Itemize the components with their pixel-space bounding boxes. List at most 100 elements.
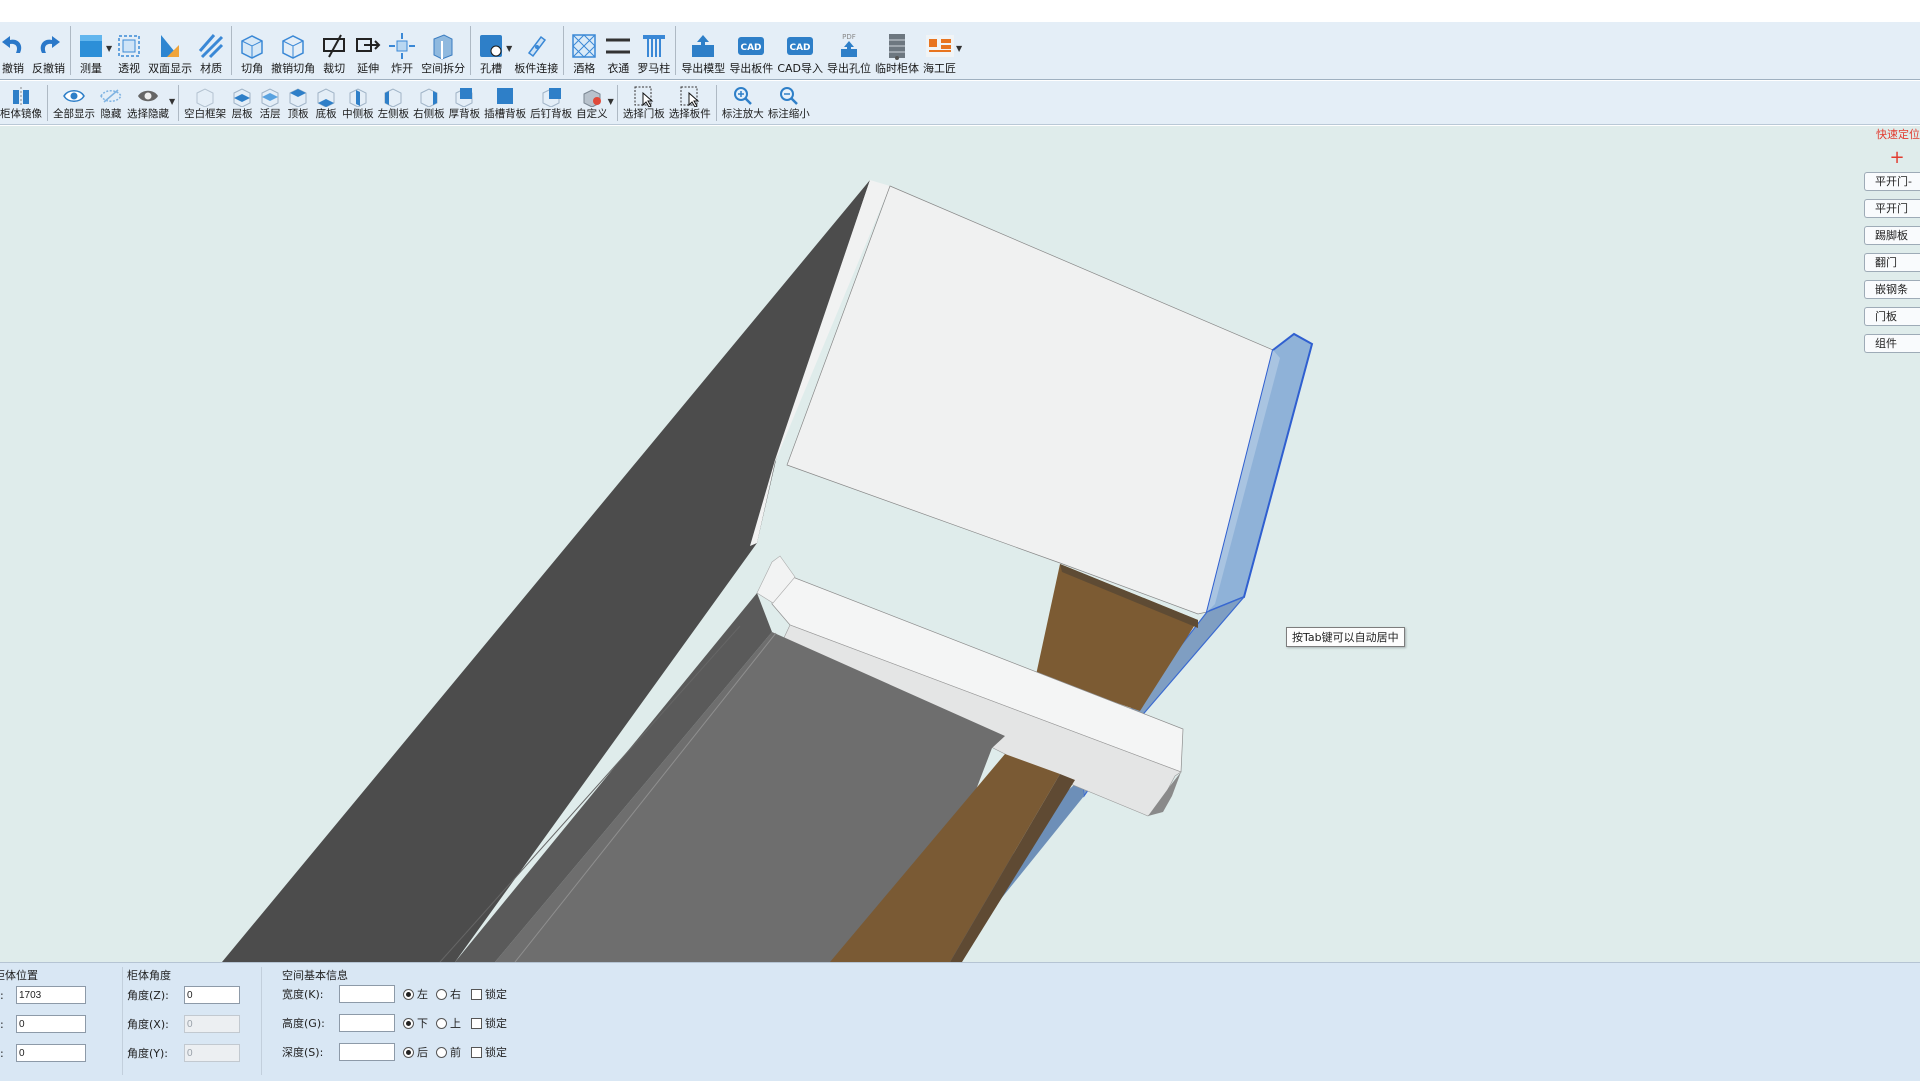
left-side-panel-button[interactable]: 左侧板 xyxy=(376,81,412,121)
nailed-back-panel-button[interactable]: 后钉背板 xyxy=(528,81,574,121)
space-height-input[interactable] xyxy=(339,1014,395,1032)
zoom-out-dimension-button[interactable]: 标注缩小 xyxy=(766,81,812,121)
select-door-icon xyxy=(634,86,654,107)
export-panel-button[interactable]: CAD 导出板件 xyxy=(727,22,775,75)
undo-chamfer-button[interactable]: 撤销切角 xyxy=(269,22,317,75)
position-row: : xyxy=(0,985,86,1005)
width-right-radio[interactable] xyxy=(436,988,447,1000)
measure-button[interactable]: 测量 xyxy=(74,22,108,75)
hide-button[interactable]: 隐藏 xyxy=(97,81,125,121)
export-model-button[interactable]: 导出模型 xyxy=(679,22,727,75)
wine-rack-icon xyxy=(572,34,597,58)
shelf-button[interactable]: 层板 xyxy=(228,81,256,121)
mirror-button[interactable]: 柜体镜像 xyxy=(0,81,44,121)
position-row: : xyxy=(0,1014,86,1034)
middle-side-panel-button[interactable]: 中侧板 xyxy=(340,81,376,121)
redo-icon xyxy=(40,36,60,53)
depth-lock-checkbox[interactable] xyxy=(471,1046,482,1058)
quick-item-steel-strip[interactable]: 嵌钢条 xyxy=(1864,280,1920,299)
hole-slot-icon xyxy=(480,35,503,57)
perspective-button[interactable]: 透视 xyxy=(112,22,146,75)
cad-import-button[interactable]: CAD CAD导入 xyxy=(775,22,825,75)
trim-button[interactable]: 裁切 xyxy=(317,22,351,75)
extend-icon xyxy=(356,38,381,52)
angle-row: 角度(Z): xyxy=(127,985,240,1005)
space-depth-input[interactable] xyxy=(339,1043,395,1061)
select-panel-button[interactable]: 选择板件 xyxy=(667,81,713,121)
wine-rack-button[interactable]: 酒格 xyxy=(567,22,601,75)
undo-chamfer-icon xyxy=(282,35,304,59)
roman-column-button[interactable]: 罗马柱 xyxy=(635,22,672,75)
secondary-toolbar: 柜体镜像 全部显示 隐藏 选择隐藏 ▼ 空白框架 层板 活层 顶板 底板 中侧板… xyxy=(0,81,1920,125)
chamfer-button[interactable]: 切角 xyxy=(235,22,269,75)
right-side-panel-button[interactable]: 右侧板 xyxy=(411,81,447,121)
top-panel-button[interactable]: 顶板 xyxy=(284,81,312,121)
export-holes-pdf-icon: PDF xyxy=(841,33,857,57)
quick-item-swing-door-2[interactable]: 平开门 xyxy=(1864,199,1920,218)
measure-icon xyxy=(80,35,102,57)
add-icon[interactable]: + xyxy=(1874,148,1920,168)
select-hide-button[interactable]: 选择隐藏 xyxy=(125,81,171,121)
explode-button[interactable]: 炸开 xyxy=(385,22,419,75)
position-x-input[interactable] xyxy=(16,986,86,1004)
export-model-icon xyxy=(692,35,715,57)
height-bottom-radio[interactable] xyxy=(403,1017,414,1029)
space-width-row: 宽度(K): 左 右 锁定 xyxy=(282,984,507,1004)
hole-slot-button[interactable]: 孔槽 xyxy=(474,22,508,75)
position-z-input[interactable] xyxy=(16,1044,86,1062)
depth-front-radio[interactable] xyxy=(436,1046,447,1058)
toolbar-separator xyxy=(70,26,71,75)
select-door-button[interactable]: 选择门板 xyxy=(621,81,667,121)
bottom-panel-icon xyxy=(317,88,335,107)
svg-text:PDF: PDF xyxy=(842,33,856,41)
movable-shelf-button[interactable]: 活层 xyxy=(256,81,284,121)
custom-icon xyxy=(583,89,601,107)
3d-viewport[interactable]: 按Tab键可以自动居中 xyxy=(0,126,1920,962)
split-space-icon xyxy=(433,34,453,60)
select-panel-icon xyxy=(680,86,700,107)
zoom-in-dimension-button[interactable]: 标注放大 xyxy=(720,81,766,121)
toolbar-separator xyxy=(231,26,233,75)
hanging-rod-button[interactable]: 衣通 xyxy=(601,22,635,75)
double-side-button[interactable]: 双面显示 xyxy=(146,22,194,75)
bottom-panel-button[interactable]: 底板 xyxy=(312,81,340,121)
slot-back-panel-button[interactable]: 插槽背板 xyxy=(482,81,528,121)
width-lock-checkbox[interactable] xyxy=(471,988,482,1000)
space-height-row: 高度(G): 下 上 锁定 xyxy=(282,1013,507,1033)
extend-button[interactable]: 延伸 xyxy=(351,22,385,75)
toolbar-separator xyxy=(675,26,677,75)
height-top-radio[interactable] xyxy=(436,1017,447,1029)
brand-button[interactable]: 海工匠 xyxy=(921,22,958,75)
quick-item-door-panel[interactable]: 门板 xyxy=(1864,307,1920,326)
custom-button[interactable]: 自定义 xyxy=(574,81,610,121)
angle-z-input[interactable] xyxy=(184,986,240,1004)
split-space-button[interactable]: 空间拆分 xyxy=(419,22,467,75)
left-side-panel-icon xyxy=(384,88,402,107)
quick-item-swing-door-1[interactable]: 平开门- xyxy=(1864,172,1920,191)
position-y-input[interactable] xyxy=(16,1015,86,1033)
space-width-input[interactable] xyxy=(339,985,395,1003)
quick-item-component[interactable]: 组件 xyxy=(1864,334,1920,353)
height-lock-checkbox[interactable] xyxy=(471,1017,482,1029)
quick-item-flap-door[interactable]: 翻门 xyxy=(1864,253,1920,272)
undo-button[interactable]: 撤销 xyxy=(0,22,30,75)
space-group-title: 空间基本信息 xyxy=(282,969,348,982)
export-panel-cad-icon: CAD xyxy=(738,37,765,55)
show-all-button[interactable]: 全部显示 xyxy=(51,81,97,121)
depth-back-radio[interactable] xyxy=(403,1046,414,1058)
thick-back-panel-button[interactable]: 厚背板 xyxy=(447,81,483,121)
shelf-icon xyxy=(233,88,251,107)
temp-cabinet-button[interactable]: 临时柜体 xyxy=(873,22,921,75)
redo-button[interactable]: 反撤销 xyxy=(30,22,67,75)
material-button[interactable]: 材质 xyxy=(194,22,228,75)
angle-row: 角度(Y): xyxy=(127,1043,240,1063)
toolbar-separator xyxy=(47,85,48,121)
trim-icon xyxy=(323,34,346,58)
blank-frame-button[interactable]: 空白框架 xyxy=(182,81,228,121)
cabinet-3d-model[interactable] xyxy=(0,126,1920,962)
chamfer-icon xyxy=(241,35,263,59)
export-holes-button[interactable]: PDF 导出孔位 xyxy=(825,22,873,75)
width-left-radio[interactable] xyxy=(403,988,414,1000)
panel-connect-button[interactable]: 板件连接 xyxy=(512,22,560,75)
quick-item-kickboard[interactable]: 踢脚板 xyxy=(1864,226,1920,245)
